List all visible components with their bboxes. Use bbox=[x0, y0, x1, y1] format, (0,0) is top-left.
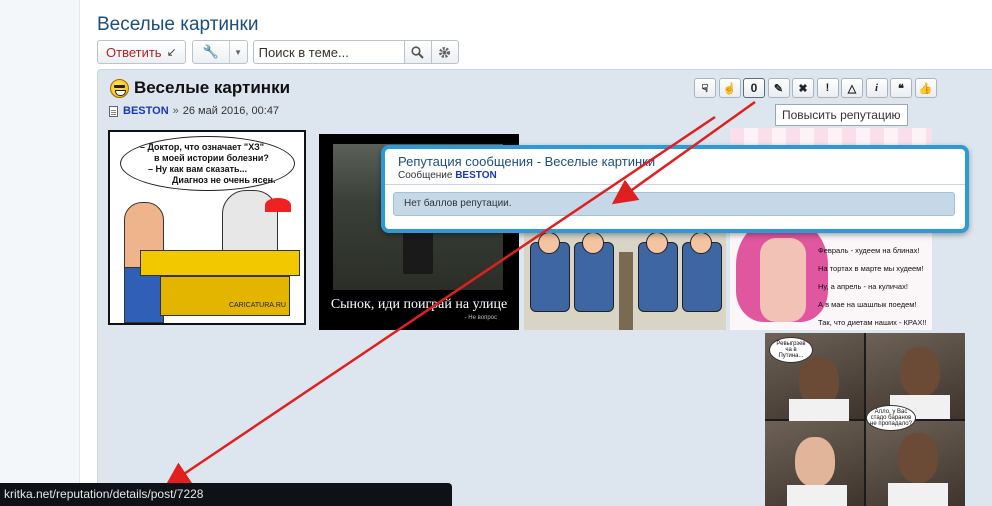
cartoon-line: – Доктор, что означает "ХЗ" bbox=[140, 142, 264, 152]
shirt-shape bbox=[789, 399, 849, 423]
info-button[interactable]: i bbox=[865, 78, 888, 98]
left-sidebar bbox=[0, 0, 80, 506]
bus-aisle bbox=[619, 252, 633, 330]
passenger-head bbox=[538, 232, 560, 254]
pencil-icon: ✎ bbox=[773, 82, 784, 95]
poem-line: А в мае на шашлык поедем! bbox=[818, 300, 917, 309]
passenger-head bbox=[646, 232, 668, 254]
passenger-head bbox=[690, 232, 712, 254]
thumb-up-hand-icon: ☝ bbox=[722, 82, 737, 95]
poem-line: Ну, а апрель - на куличах! bbox=[818, 282, 908, 291]
wrench-icon: 🔧 bbox=[202, 44, 219, 59]
search-input[interactable] bbox=[252, 40, 405, 64]
poem-line: Так, что диетам наших - КРАХ!! bbox=[818, 318, 927, 327]
post-actions: ☟ ☝ 0 ✎ ✖ ! △ i ❝ 👍 bbox=[694, 78, 939, 98]
desk-top bbox=[140, 250, 300, 276]
popup-message: Нет баллов репутации. bbox=[393, 192, 955, 216]
cartoon-line: Диагноз не очень ясен. bbox=[172, 175, 276, 185]
info-icon: i bbox=[874, 82, 879, 94]
face-shape bbox=[795, 437, 835, 487]
figure-legs bbox=[760, 238, 806, 322]
passenger-head bbox=[582, 232, 604, 254]
collage-cell bbox=[765, 421, 864, 506]
exclamation-icon: ! bbox=[825, 82, 830, 94]
search-button[interactable] bbox=[403, 40, 432, 64]
post-image-phone-collage[interactable]: Ревыгрзев ча в Путина... Алло, у Вас ста… bbox=[765, 333, 965, 506]
speech-bubble: Ревыгрзев ча в Путина... bbox=[769, 337, 813, 363]
reputation-count-button[interactable]: 0 bbox=[743, 78, 765, 98]
document-icon bbox=[109, 105, 118, 117]
tools-dropdown-button[interactable]: 🔧 ▼ bbox=[191, 40, 248, 64]
poem-line: На тортах в марте мы худеем! bbox=[818, 264, 924, 273]
delete-button[interactable]: ✖ bbox=[792, 78, 814, 98]
warning-icon: △ bbox=[847, 82, 857, 95]
page-title: Веселые картинки bbox=[97, 14, 259, 35]
gear-icon bbox=[439, 46, 451, 58]
quote-icon: ❝ bbox=[898, 82, 904, 95]
face-shape bbox=[900, 347, 940, 397]
cartoon-line: – Ну как вам сказать... bbox=[148, 164, 248, 174]
cartoon-signature: CARICATURA.RU bbox=[228, 302, 286, 309]
warn-button[interactable]: △ bbox=[841, 78, 863, 98]
shirt-shape bbox=[888, 483, 948, 506]
post-meta: BESTON » 26 май 2016, 00:47 bbox=[109, 105, 279, 117]
popup-title: Репутация сообщения - Веселые картинки bbox=[398, 154, 656, 169]
edit-button[interactable]: ✎ bbox=[767, 78, 790, 98]
close-icon: ✖ bbox=[798, 82, 808, 95]
like-button[interactable]: 👍 bbox=[914, 78, 937, 98]
demotivator-caption: Сынок, иди поиграй на улице bbox=[330, 297, 508, 312]
thumb-down-button[interactable]: ☟ bbox=[694, 78, 716, 98]
post-image-doctor-cartoon[interactable]: – Доктор, что означает "ХЗ" в моей истор… bbox=[108, 130, 306, 325]
desk-body bbox=[160, 276, 290, 316]
reply-arrow-icon: ↙ bbox=[166, 45, 177, 59]
search-icon bbox=[411, 45, 424, 59]
collage-cell bbox=[866, 421, 965, 506]
chevron-down-icon[interactable]: ▼ bbox=[228, 41, 247, 63]
smile-icon bbox=[110, 78, 129, 98]
poem-line: Февраль - худеем на блинах! bbox=[818, 246, 920, 255]
popup-subtitle-prefix: Сообщение bbox=[398, 170, 453, 181]
like-icon: 👍 bbox=[918, 82, 933, 95]
post-author-link[interactable]: BESTON bbox=[123, 105, 169, 117]
face-shape bbox=[898, 433, 938, 483]
hand-button[interactable]: ☝ bbox=[718, 78, 741, 98]
lamp-shape bbox=[265, 198, 291, 212]
reputation-popup: Репутация сообщения - Веселые картинки С… bbox=[381, 145, 969, 233]
quote-button[interactable]: ❝ bbox=[890, 78, 912, 98]
shirt-shape bbox=[787, 485, 847, 506]
post-date: 26 май 2016, 00:47 bbox=[182, 105, 280, 117]
meta-separator: » bbox=[172, 105, 179, 117]
status-bar-url: kritka.net/reputation/details/post/7228 bbox=[0, 483, 452, 506]
post-header: Веселые картинки bbox=[110, 78, 290, 98]
settings-button[interactable] bbox=[430, 40, 459, 64]
demotivator-subcaption: - Не вопрос bbox=[464, 315, 497, 321]
post-title: Веселые картинки bbox=[134, 78, 291, 97]
popup-author-link[interactable]: BESTON bbox=[455, 170, 497, 181]
reputation-count: 0 bbox=[750, 81, 758, 95]
popup-divider bbox=[385, 184, 965, 185]
reply-label: Ответить bbox=[106, 44, 162, 60]
increase-reputation-tooltip: Повысить репутацию bbox=[775, 104, 908, 126]
cartoon-line: в моей истории болезни? bbox=[154, 153, 269, 163]
thread-toolbar: Ответить ↙ 🔧 ▼ bbox=[97, 40, 459, 64]
reply-button[interactable]: Ответить ↙ bbox=[97, 40, 186, 64]
speech-bubble: Алло, у Вас стадо баранов не пропадало? bbox=[866, 405, 916, 431]
report-button[interactable]: ! bbox=[816, 78, 839, 98]
thumb-down-icon: ☟ bbox=[701, 82, 709, 95]
popup-subtitle: Сообщение BESTON bbox=[398, 170, 497, 181]
